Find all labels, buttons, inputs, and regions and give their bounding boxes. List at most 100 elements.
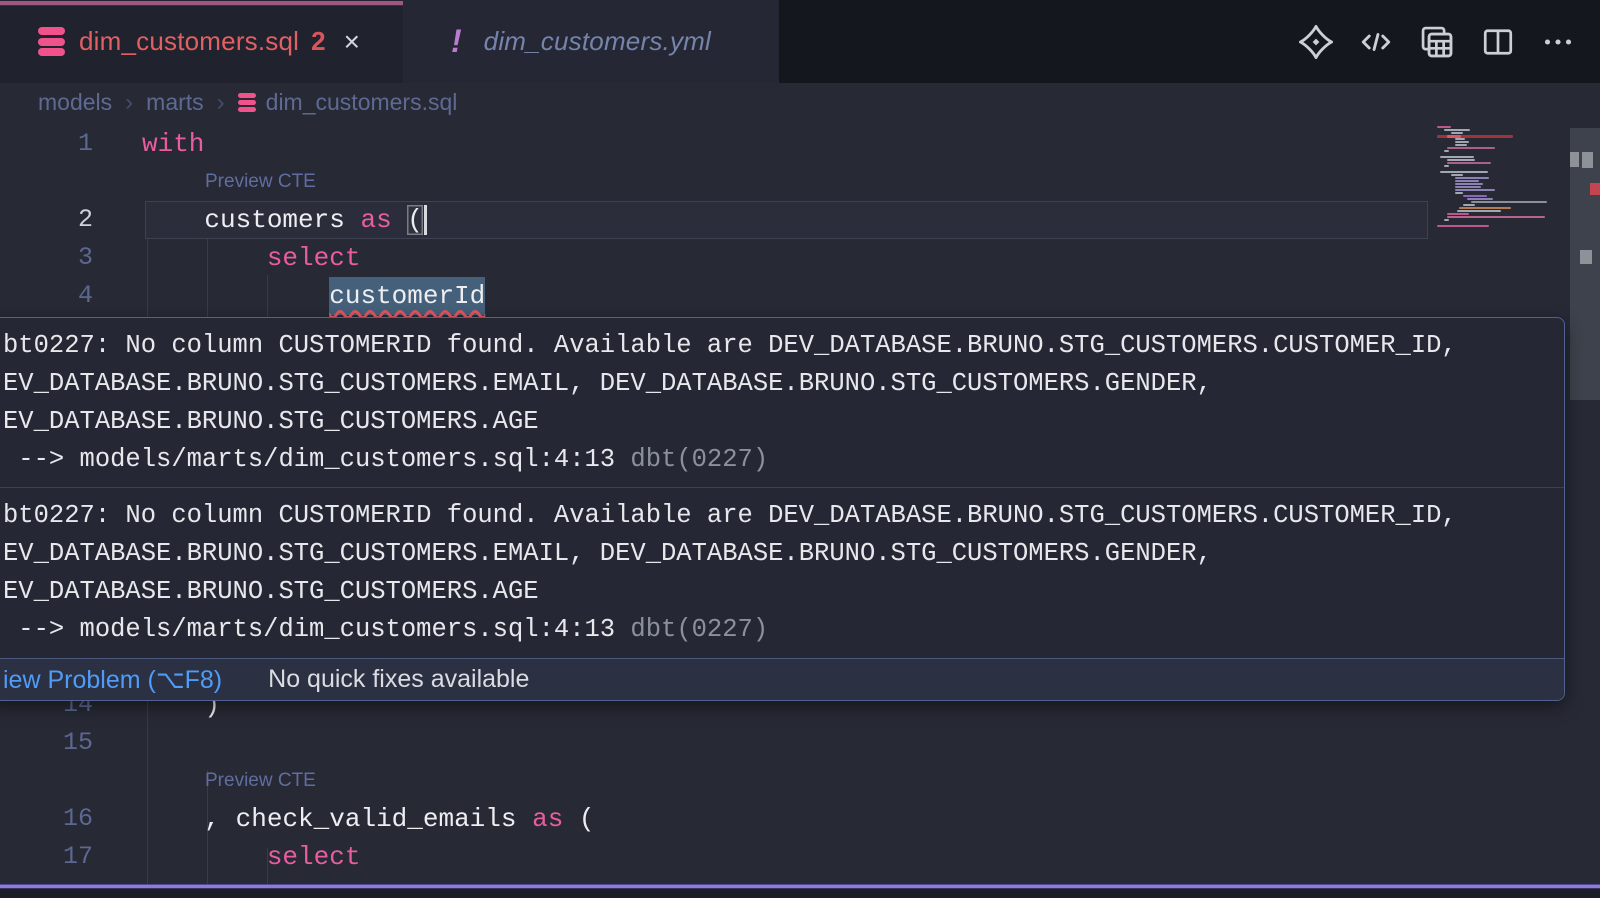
codelens-row: Preview CTE [0,163,1437,201]
minimap-code-line [1455,189,1495,191]
close-icon[interactable]: × [344,28,360,56]
code-line[interactable]: 17 select [0,838,1437,876]
chevron-right-icon: › [125,89,133,117]
quick-fix-message: No quick fixes available [268,665,529,694]
minimap-code-line [1455,186,1481,188]
line-number: 1 [0,125,93,163]
minimap-code-line [1457,210,1501,212]
minimap-code-line [1440,171,1488,173]
minimap-code-line [1463,195,1487,197]
minimap-code-line [1459,207,1511,209]
line-number: 2 [0,201,93,239]
error-message-line: EV_DATABASE.BRUNO.STG_CUSTOMERS.AGE [3,573,1564,611]
editor-actions [1298,0,1576,83]
line-number: 17 [0,838,93,876]
minimap-code-line [1463,204,1475,206]
view-problem-link[interactable]: iew Problem (⌥F8) [3,665,222,695]
overview-ruler-marker [1570,152,1579,167]
database-icon [238,93,256,113]
code-preview-icon[interactable] [1358,24,1394,60]
codelens-row: Preview CTE [0,762,1437,800]
minimap-code-line [1444,165,1449,167]
minimap-code-line [1437,126,1451,128]
tab-label: dim_customers.yml [484,26,711,57]
text-cursor [424,205,427,235]
minimap-code-line [1455,192,1463,194]
code-text: customerId [142,277,485,315]
code-line[interactable]: 1 with [0,125,1437,163]
error-message-line: bt0227: No column CUSTOMERID found. Avai… [3,497,1564,535]
minimap-code-line [1455,177,1489,179]
active-tab-accent [0,0,403,6]
error-message-block: bt0227: No column CUSTOMERID found. Avai… [0,488,1564,657]
minimap-code-line [1447,159,1475,161]
error-message-line: EV_DATABASE.BRUNO.STG_CUSTOMERS.EMAIL, D… [3,535,1564,573]
minimap-code-line [1440,156,1474,158]
overview-ruler-marker [1590,183,1600,195]
breadcrumb: models › marts › dim_customers.sql [0,83,1600,122]
minimap-code-line [1451,132,1463,134]
tab-label: dim_customers.sql [79,26,299,57]
code-line[interactable]: 15 [0,724,1437,762]
line-number: 16 [0,800,93,838]
minimap-code-line [1437,225,1489,227]
split-editor-icon[interactable] [1480,24,1516,60]
code-text: select [142,838,360,876]
query-results-icon[interactable] [1418,23,1456,61]
error-code: dbt(0227) [630,615,768,644]
codelens-preview-cte[interactable]: Preview CTE [205,163,316,201]
minimap-code-line [1455,138,1465,140]
error-message-line: bt0227: No column CUSTOMERID found. Avai… [3,327,1564,365]
tab-dirty-badge: 2 [311,26,325,57]
minimap-code-line [1455,183,1483,185]
overview-ruler-marker [1582,152,1593,168]
chevron-right-icon: › [217,89,225,117]
more-actions-icon[interactable] [1540,24,1576,60]
minimap-code-line [1444,219,1449,221]
minimap-code-line [1447,147,1495,149]
minimap-code-line [1447,216,1545,218]
database-icon [38,27,65,56]
breadcrumb-item-marts[interactable]: marts [146,89,204,116]
minimap-code-line [1447,162,1491,164]
codelens-preview-cte[interactable]: Preview CTE [205,762,316,800]
minimap-code-line [1455,141,1469,143]
code-text: , check_valid_emails as ( [142,800,595,838]
error-message-block: bt0227: No column CUSTOMERID found. Avai… [0,318,1564,488]
breadcrumb-item-file[interactable]: dim_customers.sql [266,89,458,116]
editor-window: dim_customers.sql 2 × ! dim_customers.ym… [0,0,1600,898]
code-text: select [142,239,360,277]
minimap-code-line [1455,180,1479,182]
scrollbar-slider[interactable] [1570,128,1600,400]
minimap-code-line [1455,144,1467,146]
tab-dim-customers-yml[interactable]: ! dim_customers.yml [403,0,779,83]
error-message-line: EV_DATABASE.BRUNO.STG_CUSTOMERS.AGE [3,403,1564,441]
error-message-line: EV_DATABASE.BRUNO.STG_CUSTOMERS.EMAIL, D… [3,365,1564,403]
minimap-code-line [1444,129,1470,131]
line-number: 4 [0,277,93,315]
minimap-code-line [1467,198,1493,200]
code-text: customers as ( [142,201,427,239]
panel-edge [0,889,1600,898]
minimap-code-line [1451,174,1463,176]
error-code: dbt(0227) [630,445,768,474]
minimap-code-line [1444,150,1449,152]
error-hover-popup: bt0227: No column CUSTOMERID found. Avai… [0,317,1565,701]
code-line[interactable]: 4 customerId [0,277,1437,315]
code-line[interactable]: 2 customers as ( [0,201,1437,239]
line-number: 3 [0,239,93,277]
warning-exclamation-icon: ! [451,23,462,60]
line-number: 15 [0,724,93,762]
error-highlighted-word: customerId [329,277,485,315]
hover-status-bar: iew Problem (⌥F8) No quick fixes availab… [0,658,1564,700]
code-line[interactable]: 3 select [0,239,1437,277]
breadcrumb-item-models[interactable]: models [38,89,112,116]
tab-dim-customers-sql[interactable]: dim_customers.sql 2 × [0,0,403,83]
dbt-icon[interactable] [1298,24,1334,60]
minimap-code-line [1471,201,1547,203]
error-message-line: --> models/marts/dim_customers.sql:4:13 … [3,611,1564,649]
code-text: with [142,125,204,163]
code-line[interactable]: 16 , check_valid_emails as ( [0,800,1437,838]
error-message-line: --> models/marts/dim_customers.sql:4:13 … [3,441,1564,479]
tab-bar: dim_customers.sql 2 × ! dim_customers.ym… [0,0,1600,83]
